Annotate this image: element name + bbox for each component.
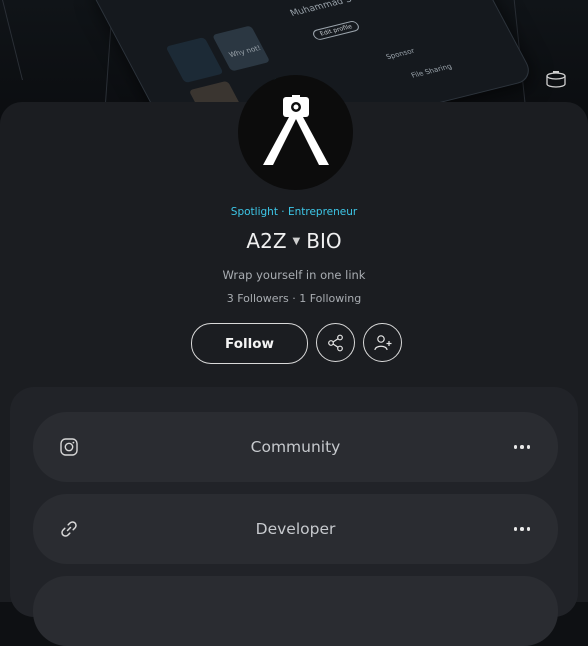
profile-bio: Wrap yourself in one link — [222, 268, 366, 282]
banner-line — [2, 0, 23, 80]
instagram-icon — [59, 437, 79, 457]
link-icon — [59, 519, 79, 539]
add-user-icon — [373, 334, 391, 350]
more-icon[interactable] — [513, 445, 530, 449]
mock-edit-profile: Edit profile — [311, 19, 362, 42]
caret-down-icon[interactable]: ▼ — [293, 236, 301, 247]
share-icon — [327, 334, 343, 351]
mock-thumbnail — [165, 36, 224, 84]
cylinder-icon[interactable] — [545, 69, 567, 91]
mock-sponsor: Sponsor — [384, 46, 417, 62]
follow-button[interactable]: Follow — [191, 323, 308, 364]
profile-stats[interactable]: 3 Followers · 1 Following — [0, 292, 588, 305]
link-label: Developer — [255, 520, 336, 538]
add-friend-button[interactable] — [363, 323, 402, 362]
tripod-logo-icon — [262, 94, 329, 165]
mock-file-sharing: File Sharing — [409, 62, 454, 80]
share-button[interactable] — [316, 323, 355, 362]
link-item-community[interactable]: Community — [33, 412, 558, 482]
mock-name: Muhammad S — [288, 0, 354, 19]
profile-category: Spotlight · Entrepreneur — [230, 206, 358, 218]
profile-actions: Follow — [191, 323, 402, 364]
profile-name-suffix: BIO — [306, 229, 342, 253]
links-card: Community Developer — [10, 387, 578, 646]
more-icon[interactable] — [513, 527, 530, 531]
link-label: Community — [250, 438, 341, 456]
link-item-developer[interactable]: Developer — [33, 494, 558, 564]
profile-name-row[interactable]: A2Z ▼ BIO — [0, 229, 588, 253]
profile-avatar[interactable] — [238, 75, 353, 190]
profile-name: A2Z — [246, 229, 287, 253]
link-item-partial[interactable] — [33, 576, 558, 646]
